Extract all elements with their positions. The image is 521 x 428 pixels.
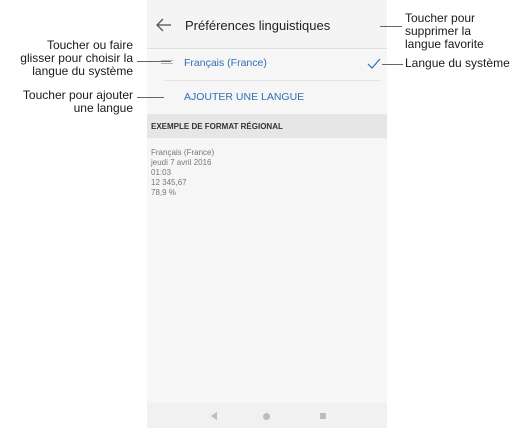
navigation-bar xyxy=(147,403,387,428)
checkmark-icon xyxy=(367,57,381,69)
add-language-button[interactable]: AJOUTER UNE LANGUE xyxy=(184,91,304,103)
section-header: EXEMPLE DE FORMAT RÉGIONAL xyxy=(147,114,387,138)
leader-line-system xyxy=(382,64,403,65)
nav-home-icon[interactable] xyxy=(263,413,270,420)
annotation-add: Toucher pour ajouter une langue xyxy=(23,89,133,115)
phone-screen: Préférences linguistiques Français (Fran… xyxy=(147,0,387,428)
annotation-drag-line-3: langue du système xyxy=(32,64,133,78)
section-title: EXEMPLE DE FORMAT RÉGIONAL xyxy=(151,122,283,131)
annotation-remove-line-3: langue favorite xyxy=(405,37,484,51)
example-number: 12 345,67 xyxy=(151,178,187,187)
annotation-remove: Toucher pour supprimer la langue favorit… xyxy=(405,12,484,51)
leader-line-remove xyxy=(380,26,402,27)
language-label: Français (France) xyxy=(184,57,267,69)
page-title: Préférences linguistiques xyxy=(185,18,331,33)
annotation-system-label: Langue du système xyxy=(405,56,510,70)
row-divider xyxy=(165,80,381,81)
top-bar: Préférences linguistiques xyxy=(147,0,387,49)
annotation-system: Langue du système xyxy=(405,57,510,70)
example-date: jeudi 7 avril 2016 xyxy=(151,158,212,167)
example-language: Français (France) xyxy=(151,148,215,157)
regional-format-examples: Français (France) jeudi 7 avril 2016 01:… xyxy=(151,148,214,198)
leader-line-drag xyxy=(137,61,171,62)
nav-back-icon[interactable] xyxy=(211,412,217,420)
annotation-add-line-2: une langue xyxy=(73,101,133,115)
arrow-left-icon[interactable] xyxy=(155,16,173,34)
leader-line-add xyxy=(137,97,164,98)
nav-recent-icon[interactable] xyxy=(320,413,326,419)
example-time: 01:03 xyxy=(151,168,172,177)
annotation-drag: Toucher ou faire glisser pour choisir la… xyxy=(20,39,133,78)
language-row-french[interactable]: Français (France) xyxy=(147,49,387,80)
example-percent: 78,9 % xyxy=(151,188,176,197)
